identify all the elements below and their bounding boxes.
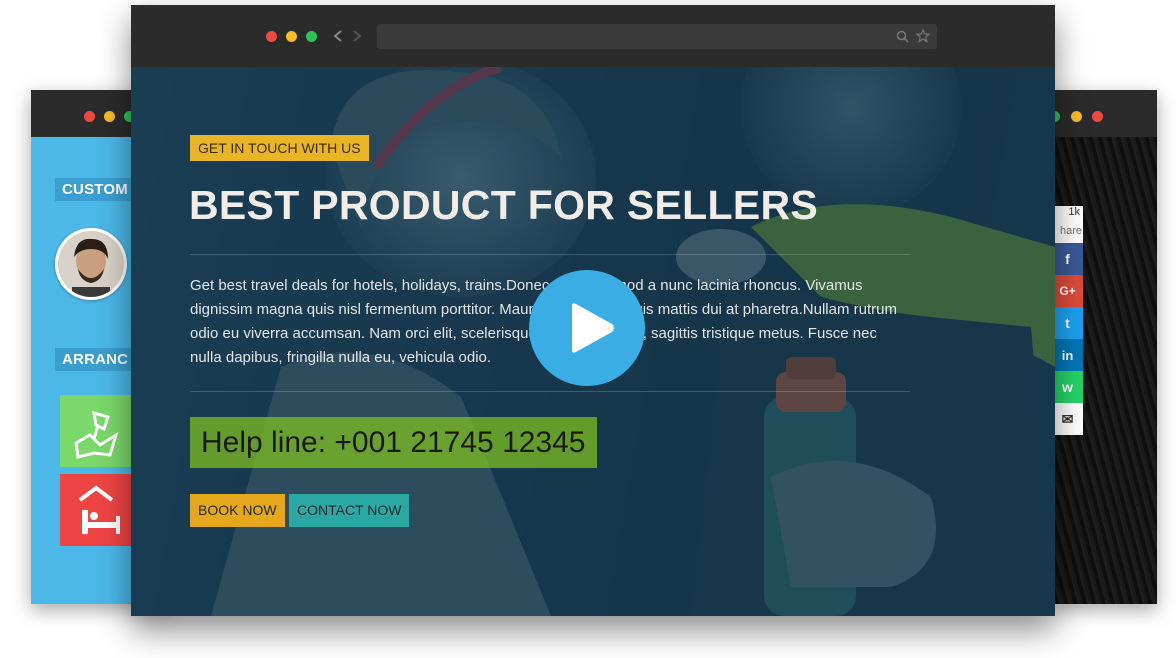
address-bar[interactable] bbox=[377, 24, 937, 49]
email-share-button[interactable]: ✉ bbox=[1052, 403, 1083, 435]
twitter-share-button[interactable]: t bbox=[1052, 307, 1083, 339]
share-count: 1k bbox=[1068, 206, 1080, 218]
linkedin-icon: in bbox=[1061, 347, 1074, 363]
map-icon bbox=[74, 410, 119, 459]
minimize-dot[interactable] bbox=[1071, 111, 1082, 122]
whatsapp-share-button[interactable]: w bbox=[1052, 371, 1083, 403]
avatar bbox=[55, 228, 127, 300]
divider-bottom bbox=[190, 391, 910, 392]
maximize-dot[interactable] bbox=[306, 31, 317, 42]
linkedin-share-button[interactable]: in bbox=[1052, 339, 1083, 371]
hero-title: BEST PRODUCT FOR SELLERS bbox=[189, 182, 819, 228]
divider-top bbox=[190, 254, 910, 255]
main-browser-window: GET IN TOUCH WITH US BEST PRODUCT FOR SE… bbox=[131, 5, 1055, 616]
book-now-button[interactable]: BOOK NOW bbox=[190, 494, 285, 527]
browser-toolbar bbox=[131, 5, 1055, 67]
get-in-touch-tag: GET IN TOUCH WITH US bbox=[190, 135, 369, 161]
minimize-dot[interactable] bbox=[104, 111, 115, 122]
map-tile[interactable] bbox=[60, 395, 132, 467]
forward-arrow-icon[interactable] bbox=[351, 29, 363, 43]
twitter-icon: t bbox=[1065, 315, 1070, 331]
hotel-tile[interactable] bbox=[60, 474, 132, 546]
facebook-share-button[interactable]: f bbox=[1052, 243, 1083, 275]
play-icon bbox=[572, 303, 614, 353]
back-arrow-icon[interactable] bbox=[332, 29, 344, 43]
play-video-button[interactable] bbox=[529, 270, 645, 386]
close-dot[interactable] bbox=[1092, 111, 1103, 122]
email-icon: ✉ bbox=[1061, 410, 1074, 427]
search-icon[interactable] bbox=[896, 30, 909, 43]
hero-section: GET IN TOUCH WITH US BEST PRODUCT FOR SE… bbox=[131, 67, 1055, 616]
hotel-bed-icon bbox=[78, 485, 120, 534]
section-tag-custom: CUSTOM bbox=[55, 178, 135, 201]
star-icon[interactable] bbox=[916, 29, 930, 43]
minimize-dot[interactable] bbox=[286, 31, 297, 42]
share-panel: 1k hare f G+ t in w ✉ bbox=[1052, 206, 1083, 435]
helpline-banner: Help line: +001 21745 12345 bbox=[190, 417, 597, 468]
whatsapp-icon: w bbox=[1062, 379, 1073, 395]
close-dot[interactable] bbox=[266, 31, 277, 42]
close-dot[interactable] bbox=[84, 111, 95, 122]
google-plus-share-button[interactable]: G+ bbox=[1052, 275, 1083, 307]
section-tag-arrange: ARRANC bbox=[55, 348, 136, 371]
google-plus-icon: G+ bbox=[1059, 284, 1076, 298]
contact-now-button[interactable]: CONTACT NOW bbox=[289, 494, 410, 527]
share-label: hare bbox=[1059, 225, 1082, 237]
background-browser-right: 1k hare f G+ t in w ✉ bbox=[1052, 90, 1157, 604]
facebook-icon: f bbox=[1065, 251, 1070, 267]
person-photo-icon bbox=[58, 231, 124, 297]
browser-toolbar bbox=[1052, 90, 1157, 137]
